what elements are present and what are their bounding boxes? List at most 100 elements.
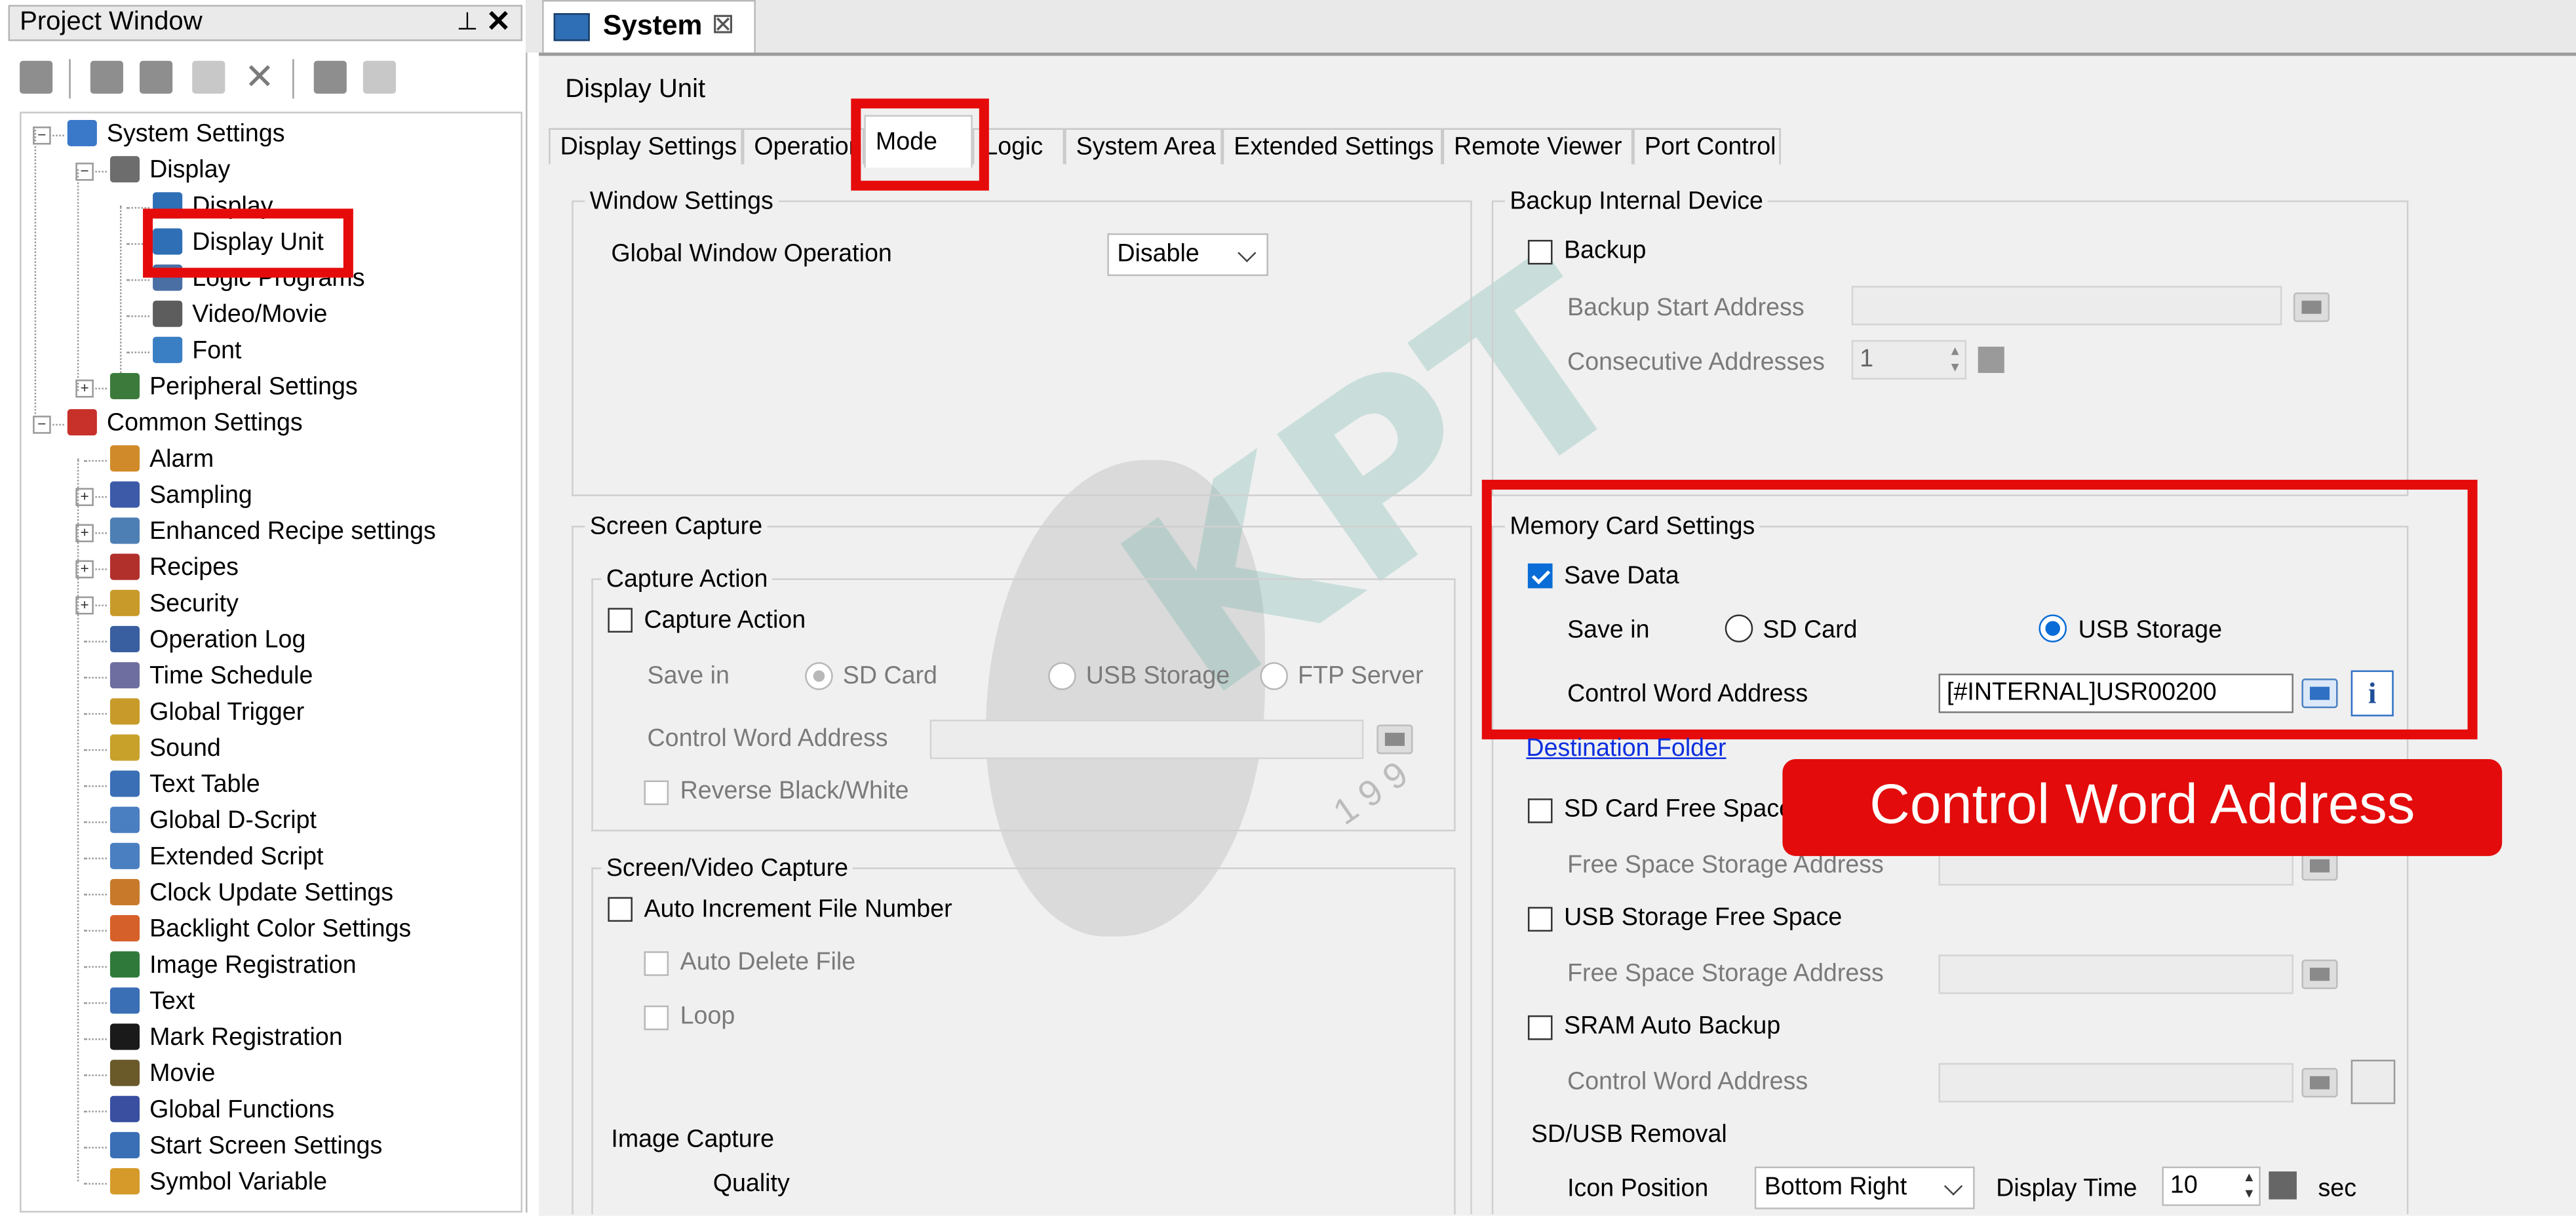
tab-port-control[interactable]: Port Control (1633, 128, 1781, 165)
grid-icon[interactable] (2269, 1171, 2297, 1200)
icon-position-select[interactable]: Bottom Right (1754, 1166, 1975, 1209)
tree-item[interactable]: Font (153, 334, 241, 370)
tab-system-area[interactable]: System Area (1064, 128, 1222, 165)
tab-display-settings[interactable]: Display Settings (549, 128, 743, 165)
tab-remote-viewer[interactable]: Remote Viewer (1442, 128, 1633, 165)
tree-connector (126, 279, 150, 281)
tree-item-label: Text Table (149, 770, 260, 799)
tree-item[interactable]: Image Registration (109, 948, 357, 984)
window-settings-title: Window Settings (585, 187, 779, 216)
tab-operation[interactable]: Operation (742, 128, 865, 165)
tree-item-label: Peripheral Settings (149, 372, 358, 401)
tree-item[interactable]: Alarm (109, 442, 214, 478)
properties-icon[interactable] (313, 60, 347, 94)
usb-free-space-checkbox[interactable] (1527, 907, 1553, 932)
capture-action-checkbox[interactable] (608, 608, 633, 633)
collapse-icon[interactable]: − (33, 416, 51, 434)
backup-checkbox[interactable] (1527, 239, 1553, 265)
sd-card-radio[interactable] (805, 662, 833, 690)
color-swatch-button[interactable] (2351, 1059, 2396, 1105)
tree-connector (126, 315, 150, 317)
auto-increment-checkbox[interactable] (608, 897, 633, 922)
tree-item[interactable]: Clock Update Settings (109, 876, 393, 912)
tree-item[interactable]: Extended Script (109, 840, 324, 876)
tree-item[interactable]: Start Screen Settings (109, 1129, 382, 1165)
sampling-icon (109, 481, 140, 508)
tree-item[interactable]: Time Schedule (109, 659, 313, 695)
global-window-operation-label: Global Window Operation (611, 239, 892, 268)
tree-item[interactable]: Display (109, 153, 230, 189)
toolbar-separator (69, 59, 71, 99)
trigger-icon (109, 698, 140, 725)
keypad-icon[interactable] (2293, 292, 2330, 323)
ftp-server-radio[interactable] (1260, 662, 1288, 690)
reverse-bw-checkbox[interactable] (644, 780, 669, 806)
sd-card-label: SD Card (842, 662, 937, 690)
tree-item[interactable]: Text Table (109, 767, 260, 803)
tree-item[interactable]: Security (109, 587, 239, 623)
list-icon[interactable] (362, 60, 397, 94)
consecutive-addresses-stepper[interactable]: 1 ▲ ▼ (1851, 340, 1967, 380)
tree-connector (83, 893, 107, 895)
grid-icon[interactable] (1978, 346, 2004, 373)
backup-start-address-input[interactable] (1851, 286, 2282, 326)
tree-item[interactable]: Peripheral Settings (109, 370, 358, 406)
tree-item[interactable]: Sound (109, 731, 221, 767)
keypad-icon[interactable] (2301, 959, 2338, 989)
tree-item[interactable]: Movie (109, 1057, 215, 1093)
tab-system[interactable]: System ⊠ (542, 0, 756, 53)
sram-auto-backup-checkbox[interactable] (1527, 1015, 1553, 1040)
stepper-arrows-icon[interactable]: ▲ ▼ (1949, 343, 1962, 376)
loop-checkbox[interactable] (644, 1005, 669, 1030)
auto-delete-checkbox[interactable] (644, 951, 669, 976)
tree-item[interactable]: Text (109, 984, 195, 1020)
copy-icon[interactable] (140, 60, 173, 94)
sram-control-word-input[interactable] (1938, 1063, 2293, 1103)
pin-icon[interactable]: ⊥ (457, 7, 478, 37)
usb-storage-radio[interactable] (1048, 662, 1076, 690)
tree-connector (83, 749, 107, 751)
tree-item[interactable]: Operation Log (109, 623, 305, 659)
tree-item-label: Sampling (149, 481, 252, 509)
peripheral-icon (109, 372, 140, 400)
display-time-stepper[interactable]: 10 ▲ ▼ (2162, 1166, 2261, 1206)
tab-label: Port Control (1644, 133, 1776, 161)
tree-item[interactable]: Recipes (109, 551, 239, 587)
free-space-address-label: Free Space Storage Address (1567, 959, 1884, 988)
tree-connector (83, 785, 107, 787)
new-icon[interactable] (20, 60, 53, 94)
usb-free-space-address-input[interactable] (1938, 954, 2293, 994)
tab-system-label: System (602, 10, 703, 41)
destination-folder-link[interactable]: Destination Folder (1526, 734, 1726, 762)
tree-item[interactable]: Backlight Color Settings (109, 912, 412, 948)
tree-item[interactable]: Global D-Script (109, 804, 317, 840)
tree-connector (83, 713, 107, 715)
tree-item[interactable]: Enhanced Recipe settings (109, 514, 436, 550)
tree-item[interactable]: Mark Registration (109, 1020, 343, 1056)
tree-item-label: Backlight Color Settings (149, 915, 412, 943)
icon-position-label: Icon Position (1567, 1175, 1709, 1203)
delete-icon[interactable]: ✕ (243, 58, 276, 94)
tree-item[interactable]: Global Functions (109, 1093, 334, 1129)
tree-item[interactable]: Symbol Variable (109, 1165, 327, 1201)
tree-connector (83, 640, 107, 642)
stepper-arrows-icon[interactable]: ▲ ▼ (2242, 1170, 2255, 1203)
keypad-icon[interactable] (1376, 724, 1413, 755)
sd-free-space-checkbox[interactable] (1527, 798, 1553, 823)
tree-guide (77, 169, 79, 391)
paste-icon[interactable] (192, 60, 225, 94)
edit-icon[interactable] (90, 60, 123, 94)
tree-item[interactable]: Common Settings (67, 406, 303, 442)
global-window-operation-select[interactable]: Disable (1107, 233, 1268, 277)
film-icon (153, 300, 183, 327)
close-icon[interactable]: ✕ (486, 5, 511, 40)
tab-close-icon[interactable]: ⊠ (711, 9, 735, 41)
tree-item[interactable]: Sampling (109, 478, 252, 514)
tab-extended-settings[interactable]: Extended Settings (1222, 128, 1443, 165)
tree-item[interactable]: System Settings (67, 117, 285, 153)
text-table-icon (109, 770, 140, 797)
tree-item[interactable]: Global Trigger (109, 695, 304, 731)
tree-item[interactable]: Video/Movie (153, 298, 327, 334)
capture-control-word-input[interactable] (929, 719, 1364, 759)
keypad-icon[interactable] (2301, 1068, 2338, 1098)
